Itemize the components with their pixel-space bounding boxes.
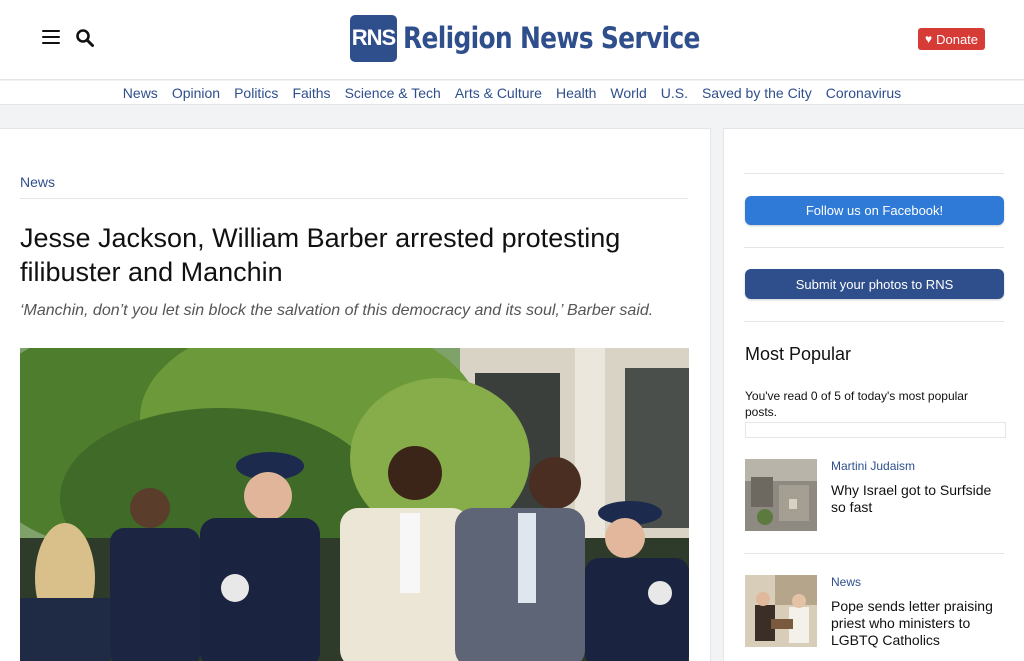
popular-title[interactable]: Pope sends letter praising priest who mi… xyxy=(831,598,1007,649)
popular-title[interactable]: Why Israel got to Surfside so fast xyxy=(831,482,1007,516)
nav-item-world[interactable]: World xyxy=(610,85,646,101)
popular-category[interactable]: Martini Judaism xyxy=(831,459,915,473)
article-headline: Jesse Jackson, William Barber arrested p… xyxy=(20,223,621,287)
most-popular-note: You've read 0 of 5 of today's most popul… xyxy=(745,389,968,419)
article-subhead: ‘Manchin, don’t you let sin block the sa… xyxy=(20,302,654,319)
divider xyxy=(744,321,1004,322)
search-icon[interactable] xyxy=(75,28,95,48)
article-category[interactable]: News xyxy=(20,174,55,190)
heart-icon: ♥ xyxy=(924,32,933,46)
nav-item-health[interactable]: Health xyxy=(556,85,596,101)
nav-item-opinion[interactable]: Opinion xyxy=(172,85,220,101)
divider xyxy=(744,247,1004,248)
nav-item-us[interactable]: U.S. xyxy=(661,85,688,101)
site-name: Religion News Service xyxy=(403,21,700,55)
nav-item-faiths[interactable]: Faiths xyxy=(292,85,330,101)
popular-category[interactable]: News xyxy=(831,575,861,589)
submit-photos-button[interactable]: Submit your photos to RNS xyxy=(745,269,1004,299)
divider xyxy=(20,198,688,199)
nav-item-saved-by-the-city[interactable]: Saved by the City xyxy=(702,85,812,101)
nav-item-coronavirus[interactable]: Coronavirus xyxy=(826,85,901,101)
popular-thumbnail[interactable] xyxy=(745,575,817,647)
popular-thumbnail[interactable] xyxy=(745,459,817,531)
sidebar: Follow us on Facebook! Submit your photo… xyxy=(723,128,1024,661)
nav-item-arts-culture[interactable]: Arts & Culture xyxy=(455,85,542,101)
popular-item[interactable]: News Pope sends letter praising priest w… xyxy=(745,575,1007,661)
divider xyxy=(744,173,1004,174)
logo-mark: RNS xyxy=(350,14,397,62)
most-popular-title: Most Popular xyxy=(745,344,852,364)
reading-progress-box xyxy=(745,422,1006,438)
nav-item-science-tech[interactable]: Science & Tech xyxy=(345,85,441,101)
donate-button[interactable]: ♥ Donate xyxy=(918,28,985,50)
site-logo[interactable]: RNS Religion News Service xyxy=(350,14,748,62)
nav-item-politics[interactable]: Politics xyxy=(234,85,278,101)
site-header: RNS Religion News Service ♥ Donate xyxy=(0,0,1024,80)
follow-facebook-button[interactable]: Follow us on Facebook! xyxy=(745,196,1004,225)
popular-item[interactable]: Martini Judaism Why Israel got to Surfsi… xyxy=(745,459,1007,549)
nav-item-news[interactable]: News xyxy=(123,85,158,101)
donate-label: Donate xyxy=(936,31,979,47)
divider xyxy=(744,553,1004,554)
article-photo xyxy=(20,348,689,661)
menu-icon[interactable] xyxy=(42,30,60,44)
article-card: News Jesse Jackson, William Barber arres… xyxy=(0,128,711,661)
main-nav: News Opinion Politics Faiths Science & T… xyxy=(0,81,1024,105)
